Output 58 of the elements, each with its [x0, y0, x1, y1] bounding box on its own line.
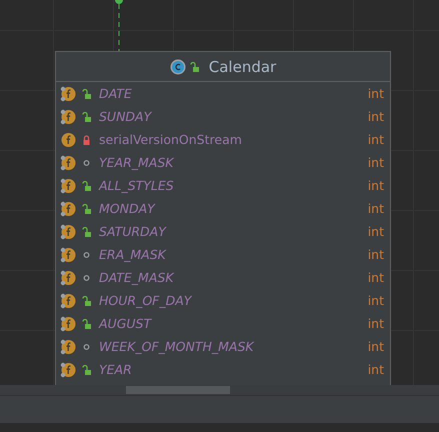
unlocked-padlock-icon: [82, 226, 91, 236]
static-field-icon: [60, 362, 76, 378]
unlocked-padlock-icon: [82, 88, 91, 98]
unlocked-padlock-icon: [82, 180, 91, 190]
field-name: serialVersionOnStream: [99, 132, 243, 147]
field-name: HOUR_OF_DAY: [99, 293, 193, 308]
field-icon: [60, 132, 76, 148]
field-name: DATE: [99, 86, 133, 101]
dashed-connector: [114, 0, 124, 51]
circle-icon: [82, 342, 91, 352]
field-type: int: [368, 362, 384, 377]
field-name: ALL_STYLES: [99, 178, 175, 193]
field-name: YEAR: [99, 362, 133, 377]
field-type: int: [368, 247, 384, 262]
static-field-icon: [60, 224, 76, 240]
field-type: int: [368, 201, 384, 216]
field-type: int: [368, 132, 384, 147]
static-field-icon: [60, 292, 76, 308]
field-type: int: [368, 178, 384, 193]
field-type: int: [368, 109, 384, 124]
unlocked-padlock-icon: [82, 204, 91, 214]
class-icon: [170, 58, 186, 74]
unlocked-padlock-icon: [190, 62, 199, 72]
circle-icon: [82, 272, 91, 282]
field-type: int: [368, 339, 384, 354]
static-field-icon: [60, 86, 76, 102]
padlock-icon: [82, 134, 91, 144]
class-title: Calendar: [208, 58, 276, 76]
static-field-icon: [60, 108, 76, 124]
unlocked-padlock-icon: [82, 112, 91, 122]
field-name: YEAR_MASK: [99, 155, 175, 170]
static-field-icon: [60, 178, 76, 194]
field-type: int: [368, 293, 384, 308]
scrollbar-thumb[interactable]: [126, 386, 230, 394]
field-type: int: [368, 224, 384, 239]
static-field-icon: [60, 246, 76, 262]
field-name: DATE_MASK: [99, 270, 176, 285]
static-field-icon: [60, 338, 76, 354]
field-type: int: [368, 155, 384, 170]
static-field-icon: [60, 316, 76, 332]
field-type: int: [368, 86, 384, 101]
field-name: SATURDAY: [99, 224, 168, 239]
field-name: MONDAY: [99, 201, 156, 216]
static-field-icon: [60, 200, 76, 216]
class-node[interactable]: Calendar DATE int SUNDAY int serialVersionOnStream int YEAR_MASK int ALL_STYLES int MONDAY int SATURDAY int ERA_MASK int DATE_MASK int HOUR_OF_DAY int AUGUST int WEEK_OF_MONTH_MASK int YEAR int: [55, 51, 391, 385]
static-field-icon: [60, 154, 76, 170]
unlocked-padlock-icon: [82, 296, 91, 306]
static-field-icon: [60, 270, 76, 286]
circle-icon: [82, 250, 91, 260]
unlocked-padlock-icon: [82, 318, 91, 328]
field-type: int: [368, 316, 384, 331]
field-name: SUNDAY: [99, 109, 153, 124]
field-name: WEEK_OF_MONTH_MASK: [99, 339, 256, 354]
circle-icon: [82, 158, 91, 168]
field-name: ERA_MASK: [99, 247, 168, 262]
field-type: int: [368, 270, 384, 285]
field-name: AUGUST: [99, 316, 153, 331]
unlocked-padlock-icon: [82, 364, 91, 374]
